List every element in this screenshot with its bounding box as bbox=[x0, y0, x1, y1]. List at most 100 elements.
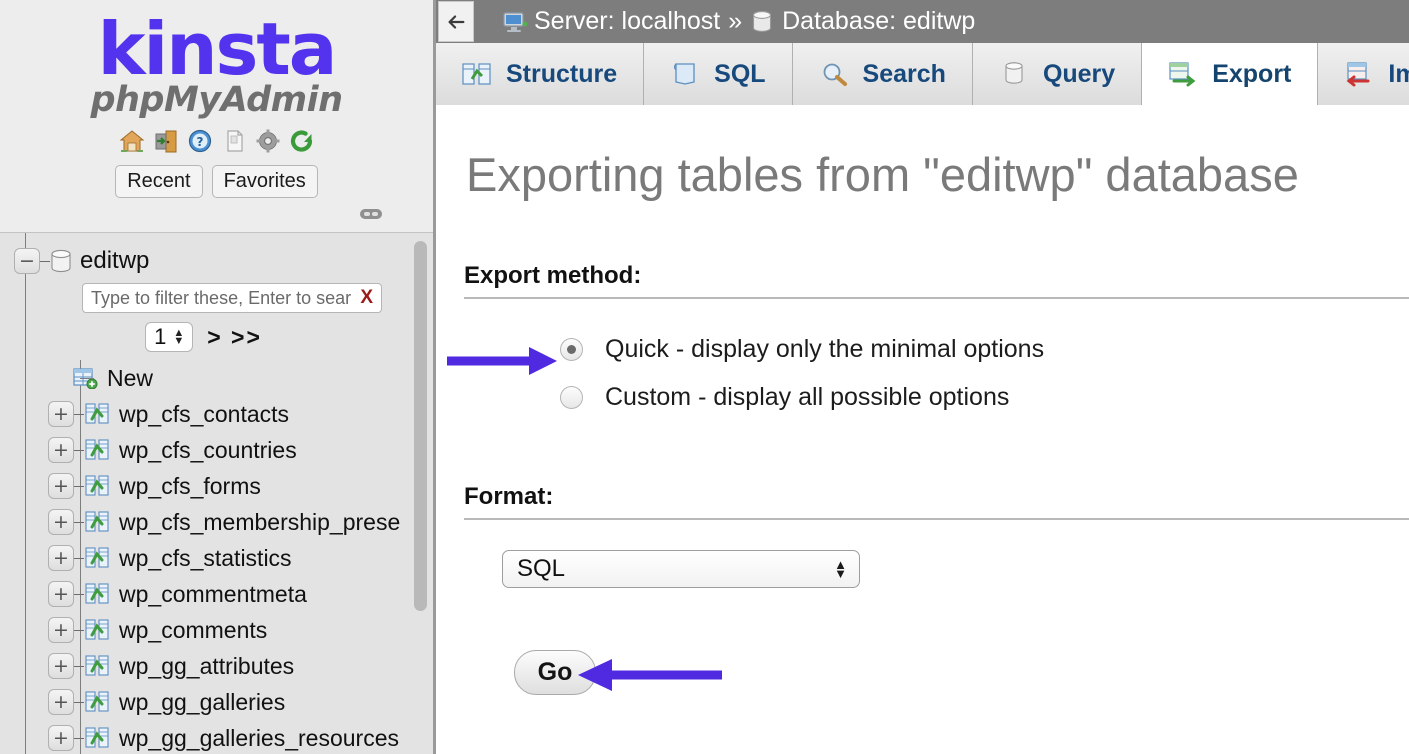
tree-item-table[interactable]: +wp_gg_galleries bbox=[14, 684, 433, 720]
brand-logo[interactable]: kinsta phpMyAdmin bbox=[0, 6, 433, 120]
import-icon bbox=[1344, 61, 1374, 87]
tab-export[interactable]: Export bbox=[1142, 43, 1318, 105]
tree-tables: +wp_cfs_contacts+wp_cfs_countries+wp_cfs… bbox=[14, 396, 433, 754]
table-name: wp_gg_galleries_resources bbox=[119, 725, 399, 752]
tree-connector bbox=[74, 486, 84, 487]
database-breadcrumb-icon bbox=[750, 10, 776, 34]
radio-custom-icon[interactable] bbox=[560, 386, 583, 409]
tab-bar: StructureSQL Search Query Export Import bbox=[436, 43, 1409, 105]
expand-table-icon[interactable]: + bbox=[48, 437, 74, 463]
format-select-wrap: SQL ▲▼ bbox=[502, 550, 1409, 588]
tree-item-table[interactable]: + wp_gg_attributes bbox=[14, 648, 433, 684]
export-method-rule bbox=[464, 297, 1409, 299]
page-stepper[interactable]: 1 ▲▼ bbox=[145, 322, 193, 352]
table-name: wp_comments bbox=[119, 617, 267, 644]
table-icon bbox=[84, 619, 110, 641]
go-button[interactable]: Go bbox=[514, 650, 596, 695]
kinsta-wordmark: kinsta bbox=[0, 12, 433, 86]
breadcrumb: Server: localhost » Database: editwp bbox=[502, 7, 975, 36]
expand-table-icon[interactable]: + bbox=[48, 653, 74, 679]
tab-query[interactable]: Query bbox=[973, 43, 1142, 105]
structure-icon bbox=[462, 61, 492, 87]
format-legend: Format: bbox=[464, 483, 1409, 511]
chain-link-icon[interactable] bbox=[359, 206, 383, 222]
tab-label: Search bbox=[863, 60, 946, 89]
tab-import[interactable]: Import bbox=[1318, 43, 1409, 105]
help-icon[interactable]: ? bbox=[187, 128, 213, 154]
tab-search[interactable]: Search bbox=[793, 43, 973, 105]
expand-table-icon[interactable]: + bbox=[48, 725, 74, 751]
tree-item-new[interactable]: New bbox=[14, 360, 433, 396]
search-icon bbox=[819, 61, 849, 87]
table-filter-input[interactable]: Type to filter these, Enter to sear X bbox=[82, 283, 382, 313]
tab-sql[interactable]: SQL bbox=[644, 43, 792, 105]
breadcrumb-database[interactable]: Database: editwp bbox=[782, 7, 975, 36]
logout-icon[interactable] bbox=[153, 128, 179, 154]
sidebar-quick-icons: ? bbox=[0, 128, 433, 154]
tab-structure[interactable]: Structure bbox=[436, 43, 644, 105]
expand-table-icon[interactable]: + bbox=[48, 581, 74, 607]
sidebar-scrollbar[interactable] bbox=[414, 241, 427, 746]
back-button[interactable] bbox=[438, 1, 474, 42]
collapse-database-icon[interactable]: − bbox=[14, 248, 40, 274]
tree-connector-new bbox=[80, 378, 94, 379]
home-icon[interactable] bbox=[119, 128, 145, 154]
page-number: 1 bbox=[154, 324, 166, 350]
tree-item-table[interactable]: +wp_cfs_forms bbox=[14, 468, 433, 504]
tree-item-table[interactable]: + wp_cfs_membership_prese bbox=[14, 504, 433, 540]
tree-connector bbox=[74, 630, 84, 631]
expand-table-icon[interactable]: + bbox=[48, 509, 74, 535]
sidebar-scrollbar-thumb[interactable] bbox=[414, 241, 427, 611]
pager-last[interactable]: >> bbox=[231, 324, 262, 350]
settings-icon[interactable] bbox=[255, 128, 281, 154]
expand-table-icon[interactable]: + bbox=[48, 473, 74, 499]
expand-table-icon[interactable]: + bbox=[48, 401, 74, 427]
stepper-arrows-icon[interactable]: ▲▼ bbox=[173, 329, 184, 345]
tree-node-database[interactable]: − editwp bbox=[14, 243, 433, 279]
expand-table-icon[interactable]: + bbox=[48, 545, 74, 571]
recent-button[interactable]: Recent bbox=[115, 165, 202, 198]
tree-item-table[interactable]: + wp_gg_galleries_resources bbox=[14, 720, 433, 754]
format-section: Format: SQL ▲▼ Go bbox=[464, 483, 1409, 695]
breadcrumb-server[interactable]: Server: localhost bbox=[534, 7, 720, 36]
tab-label: Export bbox=[1212, 60, 1291, 89]
breadcrumb-separator: » bbox=[728, 7, 742, 36]
tree-item-table[interactable]: +wp_cfs_contacts bbox=[14, 396, 433, 432]
table-filter-row: Type to filter these, Enter to sear X bbox=[82, 283, 433, 313]
docs-icon[interactable] bbox=[221, 128, 247, 154]
export-page: Exporting tables from "editwp" database … bbox=[436, 147, 1409, 695]
tab-label: Query bbox=[1043, 60, 1115, 89]
database-tree: − editwp Type to filter these, Enter to … bbox=[0, 233, 433, 754]
expand-table-icon[interactable]: + bbox=[48, 689, 74, 715]
tree-item-table[interactable]: + wp_commentmeta bbox=[14, 576, 433, 612]
radio-option-quick[interactable]: Quick - display only the minimal options bbox=[560, 325, 1409, 373]
table-name: wp_gg_attributes bbox=[119, 653, 294, 680]
tree-item-table[interactable]: +wp_cfs_statistics bbox=[14, 540, 433, 576]
expand-table-icon[interactable]: + bbox=[48, 617, 74, 643]
clear-filter-icon[interactable]: X bbox=[360, 287, 373, 309]
tree-connector bbox=[74, 594, 84, 595]
radio-quick-icon[interactable] bbox=[560, 338, 583, 361]
table-name: wp_cfs_countries bbox=[119, 437, 297, 464]
radio-custom-label: Custom - display all possible options bbox=[605, 383, 1009, 412]
phpmyadmin-wordmark: phpMyAdmin bbox=[0, 80, 433, 120]
tree-connector bbox=[74, 450, 84, 451]
radio-quick-label: Quick - display only the minimal options bbox=[605, 335, 1044, 364]
export-method-section: Export method: Quick - display only the … bbox=[464, 262, 1409, 421]
pager-next[interactable]: > bbox=[207, 324, 222, 350]
radio-option-custom[interactable]: Custom - display all possible options bbox=[560, 373, 1409, 421]
export-method-options: Quick - display only the minimal options… bbox=[560, 325, 1409, 421]
table-name: wp_cfs_membership_prese bbox=[119, 509, 400, 536]
reload-icon[interactable] bbox=[289, 128, 315, 154]
favorites-button[interactable]: Favorites bbox=[212, 165, 318, 198]
breadcrumb-bar: Server: localhost » Database: editwp bbox=[436, 0, 1409, 43]
table-icon bbox=[84, 655, 110, 677]
format-select[interactable]: SQL ▲▼ bbox=[502, 550, 860, 588]
tree-item-table[interactable]: + wp_comments bbox=[14, 612, 433, 648]
select-arrows-icon[interactable]: ▲▼ bbox=[834, 560, 847, 578]
tree-item-table[interactable]: + wp_cfs_countries bbox=[14, 432, 433, 468]
table-name: wp_commentmeta bbox=[119, 581, 307, 608]
table-filter-placeholder: Type to filter these, Enter to sear bbox=[91, 288, 356, 309]
pager-next-links[interactable]: > >> bbox=[207, 324, 262, 351]
server-icon bbox=[502, 10, 528, 34]
